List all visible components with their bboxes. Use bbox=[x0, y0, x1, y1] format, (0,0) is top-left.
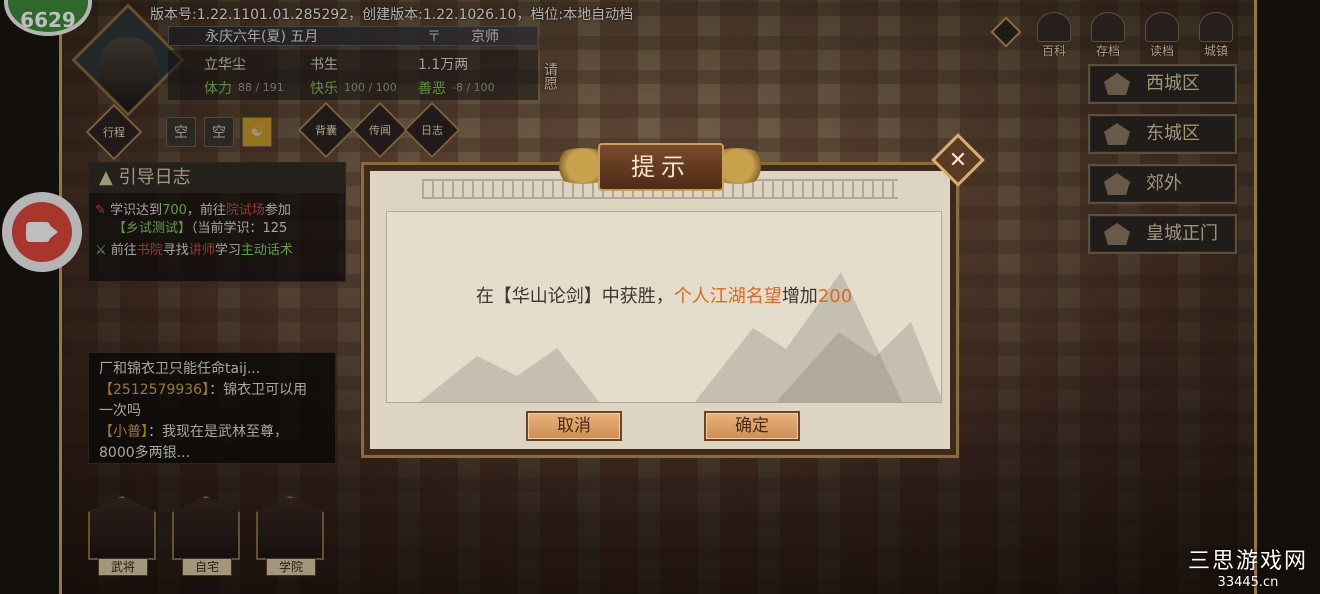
dialog-message: 在【华山论剑】中获胜，个人江湖名望增加200 bbox=[475, 286, 853, 307]
message-panel: 在【华山论剑】中获胜，个人江湖名望增加200 bbox=[386, 211, 942, 403]
dialog-title: 提示 bbox=[598, 143, 724, 191]
cancel-button[interactable]: 取消 bbox=[526, 411, 622, 441]
watermark: 三思游戏网 33445.cn bbox=[1187, 549, 1308, 590]
confirm-button[interactable]: 确定 bbox=[704, 411, 800, 441]
close-icon: ✕ bbox=[948, 147, 968, 173]
notice-dialog: 在【华山论剑】中获胜，个人江湖名望增加200 取消 确定 bbox=[361, 162, 959, 458]
